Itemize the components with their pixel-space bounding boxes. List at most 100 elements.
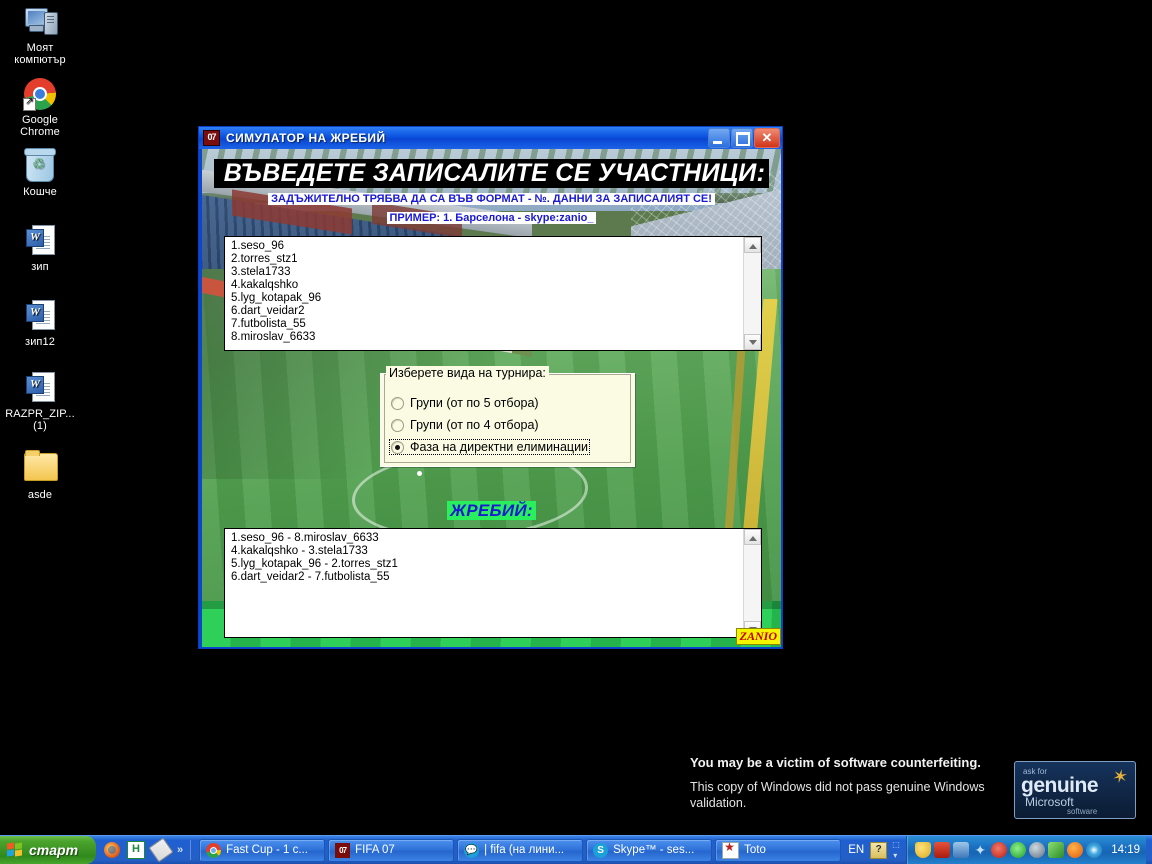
taskbar-item-skype[interactable]: S Skype™ - ses... <box>586 838 713 862</box>
flash-icon[interactable] <box>1010 842 1027 858</box>
block-icon[interactable] <box>991 842 1008 858</box>
radio-label: Фаза на директни елиминации <box>410 440 589 454</box>
acrobat-icon[interactable] <box>934 842 951 858</box>
taskbar-item-toto[interactable]: Toto <box>715 838 842 862</box>
participants-listbox[interactable]: 1.seso_96 2.torres_stz1 3.stela1733 4.ka… <box>224 236 762 351</box>
green-h-icon[interactable]: H <box>127 841 145 859</box>
list-item[interactable]: 4.kakalqshko <box>231 279 743 292</box>
disc-icon[interactable] <box>1029 842 1046 858</box>
window-client-area: ВЪВЕДЕТЕ ЗАПИСАЛИТЕ СЕ УЧАСТНИЦИ: ЗАДЪЖИ… <box>202 149 781 647</box>
draw-results-scrollbar[interactable] <box>743 529 761 637</box>
radio-icon-selected <box>391 440 404 454</box>
desktop-icon-label: Google Chrome <box>20 114 60 138</box>
genuine-microsoft-badge: ask for genuine Microsoft software ✶ <box>1014 761 1136 819</box>
list-item[interactable]: 2.torres_stz1 <box>231 253 743 266</box>
orange-circle-icon[interactable] <box>1067 842 1084 858</box>
radio-label: Групи (от по 4 отбора) <box>410 418 539 432</box>
star-icon: ✶ <box>1110 765 1131 790</box>
language-bar-button[interactable]: ? <box>870 841 888 859</box>
language-indicator[interactable]: EN <box>848 844 864 856</box>
desktop-icon-razpr-zip[interactable]: W RAZPR_ZIP... (1) <box>0 372 80 432</box>
banner-subtitle: ЗАДЪЖИТЕЛНО ТРЯБВА ДА СА ВЪВ ФОРМАТ - №.… <box>268 193 715 205</box>
desktop-icon-asde[interactable]: asde <box>2 450 78 501</box>
scrollbar-track[interactable] <box>744 545 761 621</box>
groupbox-legend: Изберете вида на турнира: <box>386 366 549 380</box>
taskbar-item-label: Skype™ - ses... <box>613 844 695 856</box>
star-icon[interactable]: ✦ <box>972 842 988 858</box>
taskbar-item-label: FIFA 07 <box>355 844 395 856</box>
notification-area[interactable]: ✦ 14:19 <box>906 836 1146 864</box>
taskbar[interactable]: старт H » Fast Cup - 1 c... 07 FIFA 07 💬… <box>0 835 1152 864</box>
fifa-icon: 07 <box>335 842 351 858</box>
minimize-button[interactable] <box>708 128 730 148</box>
desktop-icon-zip[interactable]: W зип <box>2 225 78 273</box>
radio-groups-of-5[interactable]: Групи (от по 5 отбора) <box>389 395 541 411</box>
list-item[interactable]: 8.miroslav_6633 <box>231 331 743 344</box>
list-item[interactable]: 6.dart_veidar2 <box>231 305 743 318</box>
taskbar-divider <box>190 840 192 860</box>
quick-launch-bar[interactable]: H » <box>96 836 195 864</box>
network-icon[interactable] <box>953 842 970 858</box>
list-item[interactable]: 7.futbolista_55 <box>231 318 743 331</box>
draw-results-listbox[interactable]: 1.seso_96 - 8.miroslav_6633 4.kakalqshko… <box>224 528 762 638</box>
desktop-icon-my-computer[interactable]: Моят компютър <box>2 6 78 66</box>
draw-results-list[interactable]: 1.seso_96 - 8.miroslav_6633 4.kakalqshko… <box>225 529 743 637</box>
close-icon: ✕ <box>761 130 773 145</box>
list-item[interactable]: 1.seso_96 <box>231 240 743 253</box>
header-banner: ВЪВЕДЕТЕ ЗАПИСАЛИТЕ СЕ УЧАСТНИЦИ: ЗАДЪЖИ… <box>202 159 781 226</box>
taskbar-item-fast-cup[interactable]: Fast Cup - 1 c... <box>199 838 326 862</box>
close-button[interactable]: ✕ <box>754 128 780 148</box>
firefox-icon[interactable] <box>104 842 120 858</box>
start-button[interactable]: старт <box>0 836 96 864</box>
window-title: СИМУЛАТОР НА ЖРЕБИЙ <box>226 131 386 145</box>
desktop-icon-label: Моят компютър <box>14 42 66 66</box>
scroll-down-icon[interactable] <box>744 334 761 350</box>
participants-scrollbar[interactable] <box>743 237 761 350</box>
list-item[interactable]: 5.lyg_kotapak_96 - 2.torres_stz1 <box>231 558 743 571</box>
desktop-icon-zip12[interactable]: W зип12 <box>2 300 78 348</box>
wga-body: This copy of Windows did not pass genuin… <box>690 780 985 810</box>
start-label: старт <box>29 842 79 858</box>
radar-icon[interactable] <box>1086 842 1103 858</box>
desktop-icon-google-chrome[interactable]: Google Chrome <box>2 78 78 138</box>
pencil-icon[interactable] <box>148 837 174 863</box>
word-document-icon: W <box>24 372 56 404</box>
radio-label: Групи (от по 5 отбора) <box>410 396 539 410</box>
word-document-icon: W <box>24 225 56 257</box>
radio-direct-elimination[interactable]: Фаза на директни елиминации <box>389 439 591 455</box>
participants-list[interactable]: 1.seso_96 2.torres_stz1 3.stela1733 4.ka… <box>225 237 743 350</box>
taskbar-buttons[interactable]: Fast Cup - 1 c... 07 FIFA 07 💬 | fifa (н… <box>195 836 848 864</box>
list-item[interactable]: 3.stela1733 <box>231 266 743 279</box>
taskbar-item-fifa-chat[interactable]: 💬 | fifa (на лини... <box>457 838 584 862</box>
desktop[interactable]: Моят компютър Google Chrome ♲ Кошче W зи… <box>0 0 1152 836</box>
window-titlebar[interactable]: 07 СИМУЛАТОР НА ЖРЕБИЙ ✕ <box>199 127 782 149</box>
badge-software: software <box>1067 807 1098 816</box>
scroll-up-icon[interactable] <box>744 237 761 253</box>
zanio-watermark: ZANIO <box>735 628 781 645</box>
shield-warning-icon[interactable] <box>915 842 932 858</box>
scrollbar-track[interactable] <box>744 253 761 334</box>
list-item[interactable]: 6.dart_veidar2 - 7.futbolista_55 <box>231 571 743 584</box>
radio-groups-of-4[interactable]: Групи (от по 4 отбора) <box>389 417 541 433</box>
draw-simulator-window[interactable]: 07 СИМУЛАТОР НА ЖРЕБИЙ ✕ ВЪВЕДЕТЕ ЗАПИСА… <box>198 126 783 649</box>
chrome-icon <box>206 842 222 858</box>
maximize-button[interactable] <box>731 128 753 148</box>
list-item[interactable]: 4.kakalqshko - 3.stela1733 <box>231 545 743 558</box>
list-item[interactable]: 5.lyg_kotapak_96 <box>231 292 743 305</box>
desktop-icon-label: зип12 <box>25 336 55 348</box>
taskbar-item-label: | fifa (на лини... <box>484 844 565 856</box>
chevron-right-icon[interactable]: » <box>177 844 183 856</box>
fifa-icon: 07 <box>203 130 220 146</box>
desktop-icon-recycle-bin[interactable]: ♲ Кошче <box>2 148 78 198</box>
windows-flag-icon <box>7 842 23 858</box>
clock[interactable]: 14:19 <box>1111 844 1140 856</box>
taskbar-item-fifa-07[interactable]: 07 FIFA 07 <box>328 838 455 862</box>
scroll-up-icon[interactable] <box>744 529 761 545</box>
desktop-icon-label: asde <box>27 489 53 501</box>
paint-icon[interactable] <box>1048 842 1065 858</box>
system-tray-area[interactable]: EN ? ✦ 14:19 <box>848 836 1152 864</box>
banner-example: ПРИМЕР: 1. Барселона - skype:zanio_ <box>386 212 597 224</box>
language-bar-handle[interactable] <box>892 840 902 860</box>
list-item[interactable]: 1.seso_96 - 8.miroslav_6633 <box>231 532 743 545</box>
desktop-icon-label: RAZPR_ZIP... (1) <box>5 408 75 432</box>
